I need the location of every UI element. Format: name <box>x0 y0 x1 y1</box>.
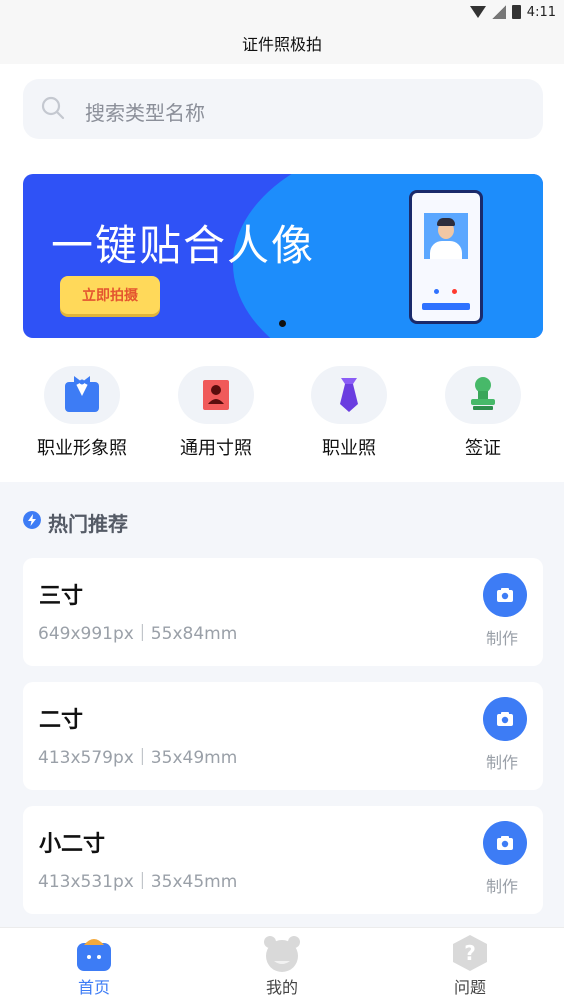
banner-shoot-button[interactable]: 立即拍摄 <box>60 276 160 314</box>
item-name: 小二寸 <box>39 832 106 857</box>
search-icon <box>41 96 65 120</box>
nav-item-home[interactable]: 首页 <box>0 928 188 1002</box>
promo-banner[interactable]: 一键贴合人像 立即拍摄 <box>23 174 543 338</box>
profile-icon <box>264 936 300 972</box>
page-title: 证件照极拍 <box>241 35 322 54</box>
hot-section-title: 热门推荐 <box>48 512 128 536</box>
stamp-icon <box>471 377 495 410</box>
category-label: 职业照 <box>322 438 376 459</box>
category-label: 职业形象照 <box>37 438 127 459</box>
category-label: 签证 <box>465 438 501 459</box>
portrait-illustration <box>424 213 468 259</box>
search-input[interactable]: 搜索类型名称 <box>85 97 205 126</box>
make-button[interactable]: 制作 <box>486 749 518 773</box>
wifi-icon <box>469 6 486 18</box>
banner-title: 一键贴合人像 <box>51 221 316 270</box>
nav-item-profile[interactable]: 我的 <box>188 928 376 1002</box>
portrait-icon <box>203 380 229 410</box>
question-icon: ? <box>453 935 487 971</box>
item-spec: 413x531px｜35x45mm <box>38 872 238 892</box>
nav-item-faq[interactable]: ? 问题 <box>376 928 564 1002</box>
category-label: 通用寸照 <box>180 438 252 459</box>
list-item[interactable]: 二寸 413x579px｜35x49mm 制作 <box>23 682 543 790</box>
make-button[interactable]: 制作 <box>486 625 518 649</box>
suit-icon <box>65 376 99 412</box>
phone-illustration <box>409 190 483 324</box>
item-name: 三寸 <box>39 584 84 609</box>
status-bar: 4:11 <box>469 3 556 21</box>
carousel-indicator[interactable] <box>279 320 286 327</box>
nav-label: 首页 <box>77 978 110 997</box>
search-bar[interactable]: 搜索类型名称 <box>23 79 543 139</box>
home-icon <box>77 939 111 971</box>
list-item[interactable]: 小二寸 413x531px｜35x45mm 制作 <box>23 806 543 914</box>
category-professional[interactable]: 职业照 <box>282 366 416 466</box>
category-grid: 职业形象照 通用寸照 职业照 签证 <box>0 366 564 466</box>
bottom-nav: 首页 我的 ? 问题 <box>0 927 564 1002</box>
category-general-inch[interactable]: 通用寸照 <box>149 366 283 466</box>
svg-text:?: ? <box>464 941 476 965</box>
battery-icon <box>511 5 521 19</box>
nav-label: 我的 <box>265 978 298 997</box>
camera-icon[interactable] <box>483 821 527 865</box>
camera-icon[interactable] <box>483 573 527 617</box>
nav-label: 问题 <box>453 978 486 997</box>
make-button[interactable]: 制作 <box>486 873 518 897</box>
app-header: 4:11 证件照极拍 <box>0 0 564 64</box>
tie-icon <box>340 378 358 412</box>
item-spec: 649x991px｜55x84mm <box>38 624 238 644</box>
item-spec: 413x579px｜35x49mm <box>38 748 238 768</box>
lightning-icon <box>23 511 41 529</box>
category-visa[interactable]: 签证 <box>416 366 550 466</box>
signal-icon <box>491 5 506 19</box>
camera-icon[interactable] <box>483 697 527 741</box>
status-time: 4:11 <box>526 4 556 20</box>
category-professional-image[interactable]: 职业形象照 <box>15 366 149 466</box>
item-name: 二寸 <box>39 708 84 733</box>
list-item[interactable]: 三寸 649x991px｜55x84mm 制作 <box>23 558 543 666</box>
